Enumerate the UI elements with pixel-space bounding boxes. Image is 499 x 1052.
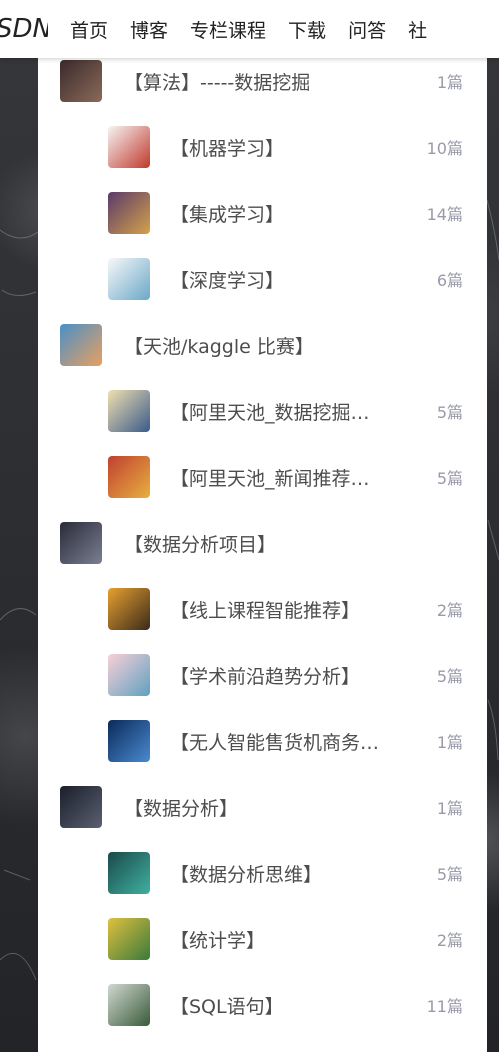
column-subitem[interactable]: 【学术前沿趋势分析】 5篇 bbox=[38, 642, 487, 708]
column-subitem[interactable]: 【阿里天池_新闻推荐… 5篇 bbox=[38, 444, 487, 510]
column-thumbnail-image bbox=[108, 984, 150, 1026]
column-subitem[interactable]: 【机器学习】 10篇 bbox=[38, 114, 487, 180]
column-list-panel: 【算法】-----数据挖掘 1篇 【机器学习】 10篇 【集成学习】 14篇 【深度学习】 6… bbox=[38, 58, 487, 1052]
column-thumbnail-image bbox=[108, 126, 150, 168]
column-subitem[interactable]: 【无人智能售货机商务… 1篇 bbox=[38, 708, 487, 774]
column-title[interactable]: 【集成学习】 bbox=[170, 200, 284, 227]
article-count: 14篇 bbox=[426, 205, 463, 224]
column-title[interactable]: 【深度学习】 bbox=[170, 266, 284, 293]
column-title[interactable]: 【阿里天池_新闻推荐… bbox=[170, 464, 370, 491]
column-thumbnail-image bbox=[60, 786, 102, 828]
article-count: 5篇 bbox=[436, 865, 463, 884]
column-subitem[interactable]: 【数据分析思维】 5篇 bbox=[38, 840, 487, 906]
article-count: 1篇 bbox=[436, 799, 463, 818]
article-count: 5篇 bbox=[436, 667, 463, 686]
nav-community[interactable]: 社 bbox=[408, 16, 427, 43]
column-subitem[interactable]: 【SQL语句】 11篇 bbox=[38, 972, 487, 1038]
column-group-item[interactable]: 【数据分析】 1篇 bbox=[38, 774, 487, 840]
column-group-item[interactable]: 【数据分析项目】 bbox=[38, 510, 487, 576]
article-count: 11篇 bbox=[426, 997, 463, 1016]
column-thumbnail-image bbox=[108, 192, 150, 234]
nav-courses[interactable]: 专栏课程 bbox=[190, 16, 266, 43]
column-thumbnail-image bbox=[108, 918, 150, 960]
article-count: 5篇 bbox=[436, 469, 463, 488]
column-title[interactable]: 【数据分析思维】 bbox=[170, 860, 322, 887]
column-thumbnail-image bbox=[108, 258, 150, 300]
column-title[interactable]: 【无人智能售货机商务… bbox=[170, 728, 379, 755]
column-thumbnail-image bbox=[60, 324, 102, 366]
column-subitem[interactable]: 【深度学习】 6篇 bbox=[38, 246, 487, 312]
article-count: 6篇 bbox=[436, 271, 463, 290]
article-count: 10篇 bbox=[426, 139, 463, 158]
article-count: 2篇 bbox=[436, 601, 463, 620]
column-group-item[interactable]: 【天池/kaggle 比赛】 bbox=[38, 312, 487, 378]
column-subitem[interactable]: 【阿里天池_数据挖掘… 5篇 bbox=[38, 378, 487, 444]
article-count: 5篇 bbox=[436, 403, 463, 422]
top-navigation-bar: SDN 首页 博客 专栏课程 下载 问答 社 bbox=[0, 0, 499, 58]
column-title[interactable]: 【学术前沿趋势分析】 bbox=[170, 662, 360, 689]
column-thumbnail-image bbox=[108, 720, 150, 762]
column-subitem[interactable]: 【集成学习】 14篇 bbox=[38, 180, 487, 246]
column-thumbnail-image bbox=[60, 522, 102, 564]
column-title[interactable]: 【阿里天池_数据挖掘… bbox=[170, 398, 370, 425]
column-title[interactable]: 【天池/kaggle 比赛】 bbox=[124, 332, 314, 359]
column-thumbnail-image bbox=[108, 390, 150, 432]
column-thumbnail-image bbox=[108, 654, 150, 696]
column-title[interactable]: 【数据分析项目】 bbox=[124, 530, 276, 557]
nav-home[interactable]: 首页 bbox=[70, 16, 108, 43]
column-subitem[interactable]: 【统计学】 2篇 bbox=[38, 906, 487, 972]
column-thumbnail-image bbox=[108, 852, 150, 894]
article-count: 1篇 bbox=[436, 73, 463, 92]
column-title[interactable]: 【线上课程智能推荐】 bbox=[170, 596, 360, 623]
nav-blog[interactable]: 博客 bbox=[130, 16, 168, 43]
article-count: 2篇 bbox=[436, 931, 463, 950]
column-title[interactable]: 【统计学】 bbox=[170, 926, 265, 953]
column-subitem[interactable]: 【线上课程智能推荐】 2篇 bbox=[38, 576, 487, 642]
article-count: 1篇 bbox=[436, 733, 463, 752]
column-thumbnail-image bbox=[108, 588, 150, 630]
site-logo[interactable]: SDN bbox=[0, 14, 48, 44]
column-title[interactable]: 【机器学习】 bbox=[170, 134, 284, 161]
column-title[interactable]: 【算法】-----数据挖掘 bbox=[124, 68, 310, 95]
column-title[interactable]: 【SQL语句】 bbox=[170, 992, 284, 1019]
nav-qa[interactable]: 问答 bbox=[348, 16, 386, 43]
column-title[interactable]: 【数据分析】 bbox=[124, 794, 238, 821]
column-thumbnail-image bbox=[60, 60, 102, 102]
column-thumbnail-image bbox=[108, 456, 150, 498]
nav-download[interactable]: 下载 bbox=[288, 16, 326, 43]
